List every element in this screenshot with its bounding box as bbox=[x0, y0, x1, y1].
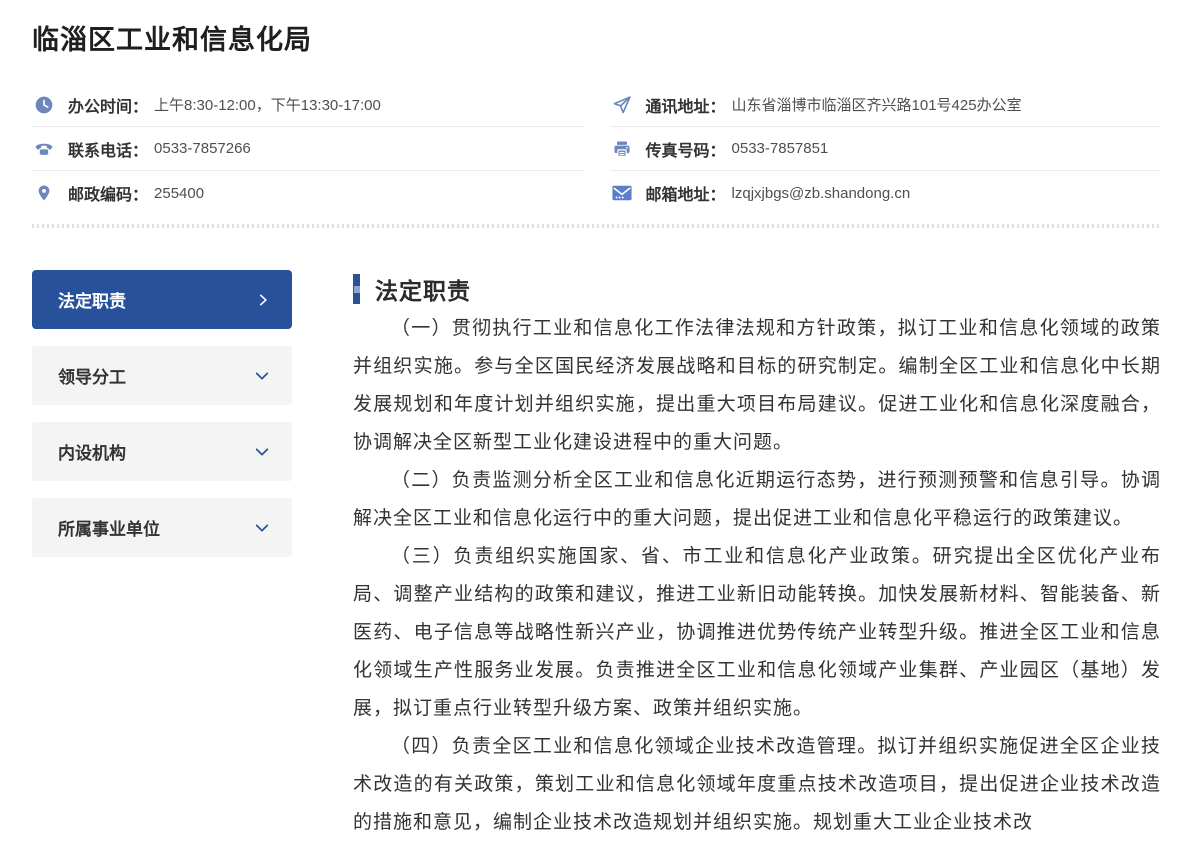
contact-info-section: 办公时间： 上午8:30-12:00，下午13:30-17:00 通讯地址： 山… bbox=[32, 83, 1161, 215]
sidebar-item-affiliated-units[interactable]: 所属事业单位 bbox=[32, 498, 292, 557]
contact-row-email: 邮箱地址： lzqjxjbgs@zb.shandong.cn bbox=[610, 171, 1162, 215]
contact-value: 0533-7857266 bbox=[154, 140, 251, 157]
sidebar-item-label: 法定职责 bbox=[58, 287, 126, 312]
chevron-right-icon bbox=[256, 293, 270, 307]
chevron-down-icon bbox=[254, 444, 270, 460]
contact-value: lzqjxjbgs@zb.shandong.cn bbox=[732, 185, 911, 202]
contact-label: 联系电话： bbox=[68, 137, 148, 161]
duty-paragraph-2: （二）负责监测分析全区工业和信息化近期运行态势，进行预测预警和信息引导。协调解决… bbox=[353, 462, 1161, 538]
duty-paragraph-3: （三）负责组织实施国家、省、市工业和信息化产业政策。研究提出全区优化产业布局、调… bbox=[353, 538, 1161, 728]
sidebar-item-leadership[interactable]: 领导分工 bbox=[32, 346, 292, 405]
contact-value: 山东省淄博市临淄区齐兴路101号425办公室 bbox=[732, 94, 1022, 115]
content-heading: 法定职责 bbox=[375, 272, 471, 306]
section-divider bbox=[32, 224, 1161, 228]
clock-icon bbox=[32, 95, 56, 115]
sidebar-item-label: 所属事业单位 bbox=[58, 515, 160, 540]
chevron-down-icon bbox=[254, 520, 270, 536]
heading-accent-bar bbox=[353, 274, 360, 304]
sidebar-item-legal-duties[interactable]: 法定职责 bbox=[32, 270, 292, 329]
sidebar-item-label: 领导分工 bbox=[58, 363, 126, 388]
contact-value: 255400 bbox=[154, 185, 204, 202]
sidebar-item-internal-orgs[interactable]: 内设机构 bbox=[32, 422, 292, 481]
content-header: 法定职责 bbox=[353, 272, 1161, 306]
contact-row-postcode: 邮政编码： 255400 bbox=[32, 171, 584, 215]
main-layout: 法定职责 领导分工 内设机构 所属事业单位 bbox=[32, 270, 1161, 842]
contact-value: 上午8:30-12:00，下午13:30-17:00 bbox=[154, 94, 381, 115]
mail-icon bbox=[610, 183, 634, 203]
location-icon bbox=[32, 183, 56, 203]
contact-label: 传真号码： bbox=[646, 137, 726, 161]
contact-value: 0533-7857851 bbox=[732, 140, 829, 157]
sidebar-item-label: 内设机构 bbox=[58, 439, 126, 464]
sidebar: 法定职责 领导分工 内设机构 所属事业单位 bbox=[32, 270, 292, 842]
main-content: 法定职责 （一）贯彻执行工业和信息化工作法律法规和方针政策，拟订工业和信息化领域… bbox=[353, 270, 1161, 842]
chevron-down-icon bbox=[254, 368, 270, 384]
page-title: 临淄区工业和信息化局 bbox=[32, 18, 1161, 57]
contact-label: 办公时间： bbox=[68, 93, 148, 117]
duty-paragraph-1: （一）贯彻执行工业和信息化工作法律法规和方针政策，拟订工业和信息化领域的政策并组… bbox=[353, 310, 1161, 462]
phone-icon bbox=[32, 139, 56, 159]
contact-label: 邮箱地址： bbox=[646, 181, 726, 205]
page: 临淄区工业和信息化局 办公时间： 上午8:30-12:00，下午13:30-17… bbox=[0, 0, 1191, 868]
duty-paragraph-4: （四）负责全区工业和信息化领域企业技术改造管理。拟订并组织实施促进全区企业技术改… bbox=[353, 728, 1161, 842]
contact-label: 邮政编码： bbox=[68, 181, 148, 205]
contact-row-office-hours: 办公时间： 上午8:30-12:00，下午13:30-17:00 bbox=[32, 83, 584, 127]
contact-row-address: 通讯地址： 山东省淄博市临淄区齐兴路101号425办公室 bbox=[610, 83, 1162, 127]
send-icon bbox=[610, 95, 634, 115]
fax-icon bbox=[610, 139, 634, 159]
contact-row-phone: 联系电话： 0533-7857266 bbox=[32, 127, 584, 171]
contact-row-fax: 传真号码： 0533-7857851 bbox=[610, 127, 1162, 171]
contact-label: 通讯地址： bbox=[646, 93, 726, 117]
